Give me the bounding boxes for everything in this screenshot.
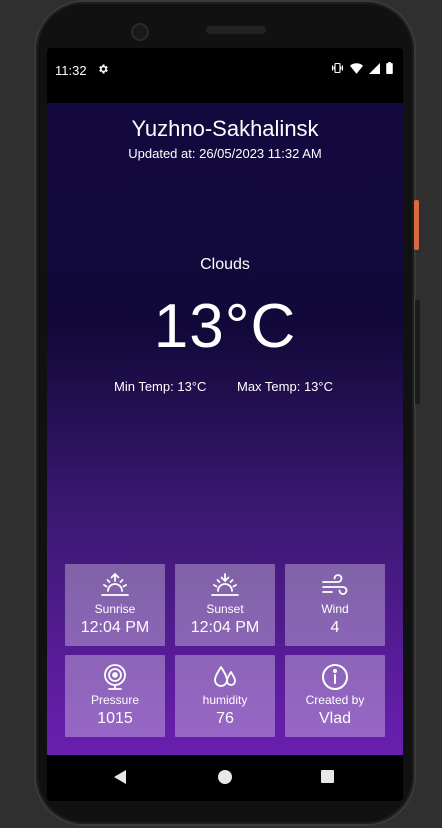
back-icon[interactable] bbox=[114, 770, 126, 784]
tile-label: humidity bbox=[202, 693, 248, 707]
weather-app: Yuzhno-Sakhalinsk Updated at: 26/05/2023… bbox=[47, 103, 403, 755]
weather-condition: Clouds bbox=[200, 256, 250, 273]
tile-label: Wind bbox=[321, 602, 349, 616]
navigation-bar bbox=[47, 755, 403, 801]
tile-label: Sunrise bbox=[94, 602, 136, 616]
vibrate-icon bbox=[331, 62, 344, 77]
tile-label: Pressure bbox=[90, 693, 140, 707]
max-temperature: Max Temp: 13°C bbox=[237, 379, 333, 394]
tile-created-by: Created by Vlad bbox=[285, 655, 385, 737]
tile-value: 4 bbox=[330, 619, 340, 636]
tile-value: 1015 bbox=[97, 710, 133, 727]
power-button[interactable] bbox=[414, 200, 419, 250]
wifi-icon bbox=[350, 62, 363, 77]
recent-apps-icon[interactable] bbox=[321, 770, 334, 783]
tile-sunset: Sunset 12:04 PM bbox=[175, 564, 275, 646]
tile-humidity: humidity 76 bbox=[175, 655, 275, 737]
tile-pressure: Pressure 1015 bbox=[65, 655, 165, 737]
pressure-icon bbox=[65, 663, 165, 691]
wind-icon bbox=[285, 572, 385, 600]
signal-icon bbox=[369, 62, 380, 77]
device-screen: 11:32 Yuzhno-Sakhalinsk Updated at: 26/0… bbox=[47, 48, 403, 801]
status-bar: 11:32 bbox=[47, 48, 403, 103]
status-icons bbox=[331, 62, 393, 77]
humidity-icon bbox=[175, 663, 275, 691]
tile-wind: Wind 4 bbox=[285, 564, 385, 646]
tile-value: Vlad bbox=[318, 710, 352, 727]
city-name: Yuzhno-Sakhalinsk bbox=[131, 116, 319, 141]
status-time: 11:32 bbox=[55, 63, 87, 78]
weather-details-grid: Sunrise 12:04 PM Sunset 12:04 PM Wind 4 … bbox=[65, 564, 387, 737]
tile-value: 12:04 PM bbox=[80, 619, 150, 636]
tile-value: 12:04 PM bbox=[190, 619, 260, 636]
info-icon bbox=[285, 663, 385, 691]
updated-timestamp: Updated at: 26/05/2023 11:32 AM bbox=[128, 146, 322, 161]
tile-label: Sunset bbox=[206, 602, 244, 616]
sunrise-icon bbox=[65, 572, 165, 600]
sunset-icon bbox=[175, 572, 275, 600]
home-icon[interactable] bbox=[218, 770, 232, 784]
settings-gear-icon bbox=[97, 63, 109, 78]
volume-button[interactable] bbox=[414, 300, 420, 404]
front-camera bbox=[131, 23, 149, 41]
battery-icon bbox=[386, 62, 393, 77]
current-temperature: 13°C bbox=[153, 292, 297, 361]
tile-label: Created by bbox=[305, 693, 365, 707]
earpiece-speaker bbox=[206, 26, 266, 34]
tile-sunrise: Sunrise 12:04 PM bbox=[65, 564, 165, 646]
min-temperature: Min Temp: 13°C bbox=[114, 379, 207, 394]
tile-value: 76 bbox=[216, 710, 234, 727]
